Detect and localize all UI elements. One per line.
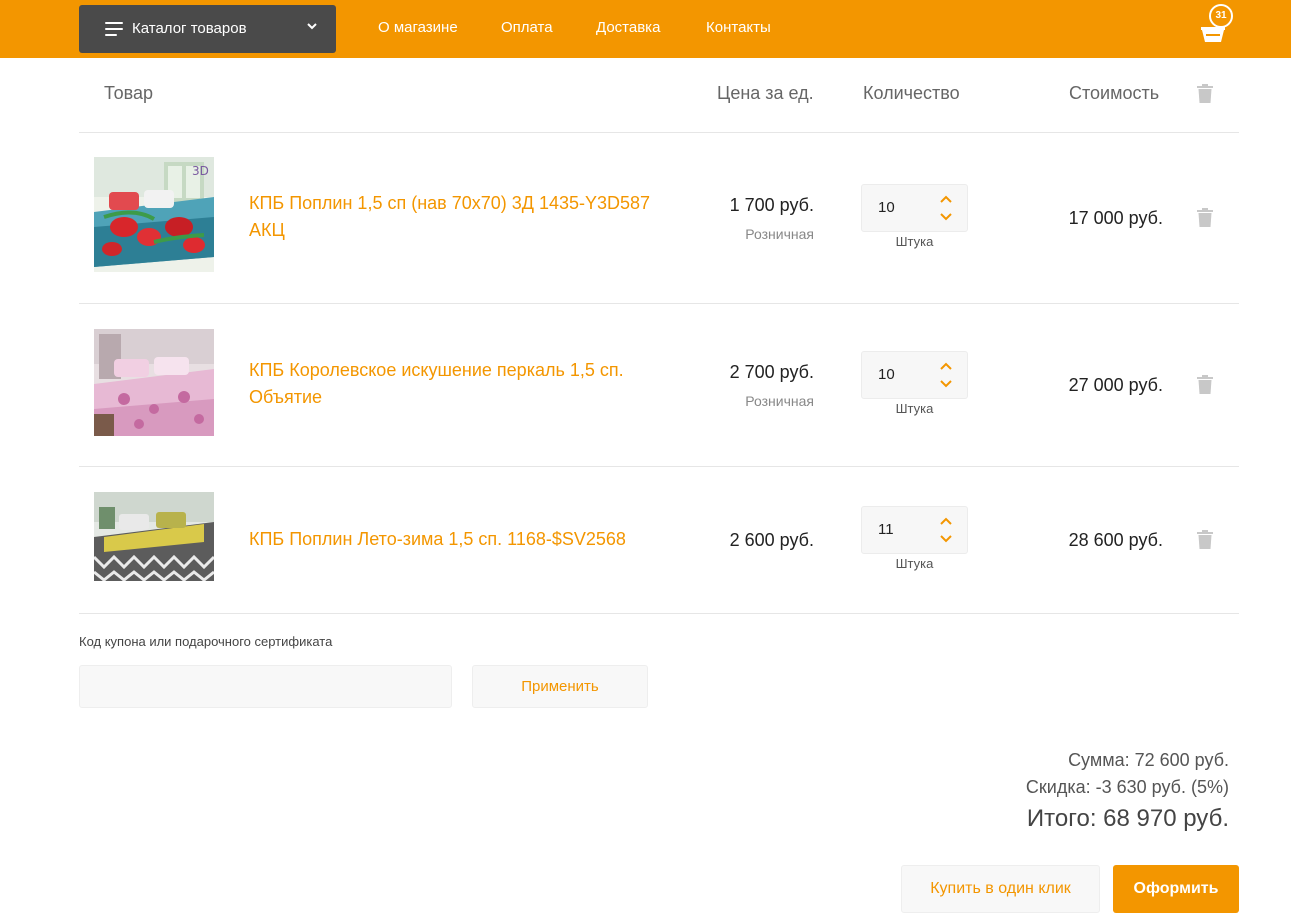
grand-total: Итого: 68 970 руб. — [1026, 805, 1229, 832]
subtotal: Сумма: 72 600 руб. — [1068, 750, 1229, 770]
divider — [79, 303, 1239, 304]
nav-link-delivery[interactable]: Доставка — [596, 19, 660, 36]
nav-link-contacts[interactable]: Контакты — [706, 19, 771, 36]
product-image[interactable] — [94, 329, 214, 436]
divider — [79, 613, 1239, 614]
quantity-unit: Штука — [895, 556, 934, 571]
divider — [79, 132, 1239, 133]
apply-coupon-button[interactable]: Применить — [472, 665, 648, 708]
chevron-up-icon[interactable] — [939, 516, 953, 526]
quantity-value[interactable]: 10 — [878, 366, 895, 383]
chevron-down-icon[interactable] — [939, 379, 953, 389]
nav-link-payment[interactable]: Оплата — [501, 19, 553, 36]
chevron-down-icon — [307, 23, 317, 30]
product-name-link[interactable]: КПБ Поплин 1,5 сп (нав 70х70) 3Д 1435-Y3… — [249, 190, 669, 244]
unit-price: 1 700 руб. — [729, 195, 814, 215]
buy-one-click-button[interactable]: Купить в один клик — [901, 865, 1100, 913]
item-cost: 17 000 руб. — [1068, 208, 1163, 228]
cart-count-badge: 31 — [1209, 4, 1233, 28]
price-type: Розничная — [745, 393, 814, 409]
price-type: Розничная — [745, 226, 814, 242]
unit-price: 2 700 руб. — [729, 362, 814, 382]
quantity-value[interactable]: 10 — [878, 199, 895, 216]
thumb-3d-badge: 3D — [192, 164, 209, 178]
discount: Скидка: -3 630 руб. (5%) — [1025, 777, 1229, 797]
product-name-link[interactable]: КПБ Королевское искушение перкаль 1,5 сп… — [249, 357, 669, 411]
item-cost: 27 000 руб. — [1068, 375, 1163, 395]
column-header-product: Товар — [104, 83, 153, 103]
coupon-label: Код купона или подарочного сертификата — [79, 634, 333, 649]
checkout-button[interactable]: Оформить — [1113, 865, 1239, 913]
column-header-cost: Стоимость — [1069, 83, 1160, 103]
menu-icon — [105, 22, 123, 36]
chevron-up-icon[interactable] — [939, 361, 953, 371]
coupon-input[interactable] — [79, 665, 452, 708]
quantity-stepper[interactable]: 10 — [861, 184, 968, 232]
product-name-link[interactable]: КПБ Поплин Лето-зима 1,5 сп. 1168-$SV256… — [249, 526, 669, 553]
item-cost: 28 600 руб. — [1068, 530, 1163, 550]
quantity-unit: Штука — [895, 401, 934, 416]
nav-link-about[interactable]: О магазине — [378, 19, 458, 36]
top-header: Каталог товаров О магазине Оплата Достав… — [0, 0, 1291, 58]
column-header-quantity: Количество — [863, 83, 960, 103]
catalog-button[interactable]: Каталог товаров — [79, 5, 336, 53]
quantity-value[interactable]: 11 — [878, 521, 894, 538]
quantity-stepper[interactable]: 11 — [861, 506, 968, 554]
chevron-down-icon[interactable] — [939, 212, 953, 222]
trash-icon[interactable] — [1197, 530, 1213, 549]
catalog-label: Каталог товаров — [132, 20, 247, 37]
product-image[interactable] — [94, 492, 214, 581]
divider — [79, 466, 1239, 467]
trash-icon[interactable] — [1197, 208, 1213, 227]
quantity-unit: Штука — [895, 234, 934, 249]
quantity-stepper[interactable]: 10 — [861, 351, 968, 399]
trash-all-icon[interactable] — [1197, 84, 1213, 103]
trash-icon[interactable] — [1197, 375, 1213, 394]
product-image[interactable]: 3D — [94, 157, 214, 272]
unit-price: 2 600 руб. — [729, 530, 814, 550]
chevron-down-icon[interactable] — [939, 534, 953, 544]
column-header-price: Цена за ед. — [717, 83, 814, 103]
chevron-up-icon[interactable] — [939, 194, 953, 204]
